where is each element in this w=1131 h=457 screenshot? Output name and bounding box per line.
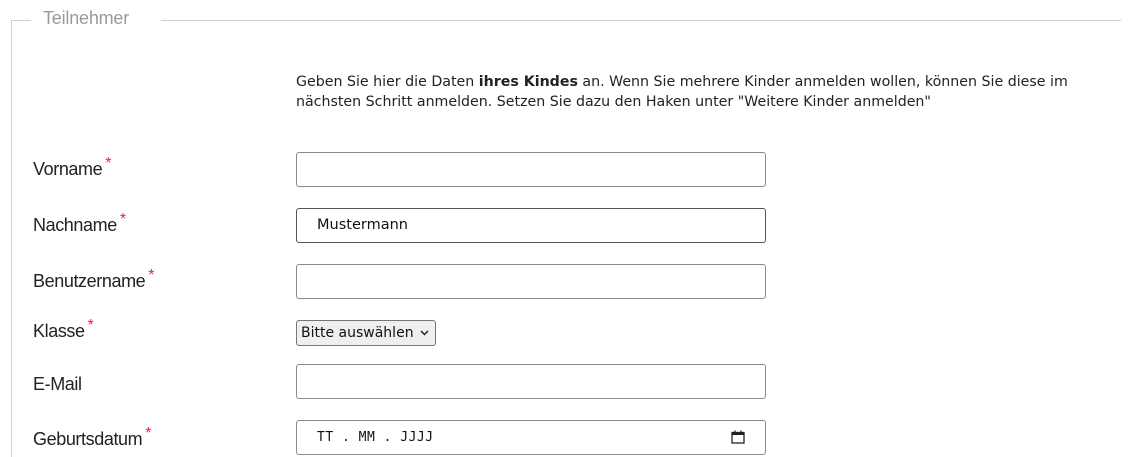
geburtsdatum-label: Geburtsdatum * [33, 425, 151, 450]
fieldset-legend: Teilnehmer [43, 8, 130, 28]
fieldset-border-side [11, 20, 12, 457]
required-marker: * [87, 317, 94, 334]
klasse-select[interactable]: Bitte auswählen [296, 320, 436, 346]
required-marker: * [119, 211, 126, 228]
calendar-icon[interactable] [731, 430, 745, 444]
intro-text-bold: ihres Kindes [478, 74, 578, 90]
intro-text: Geben Sie hier die Daten ihres Kindes an… [296, 72, 1126, 112]
vorname-label: Vorname * [33, 155, 111, 180]
required-marker: * [145, 425, 152, 442]
required-marker: * [105, 155, 112, 172]
klasse-select-value: Bitte auswählen [301, 325, 414, 341]
benutzername-label-text: Benutzername [33, 271, 146, 291]
required-marker: * [148, 267, 155, 284]
intro-text-before: Geben Sie hier die Daten [296, 74, 479, 90]
geburtsdatum-placeholder: TT . MM . JJJJ [317, 430, 434, 445]
email-label-text: E-Mail [33, 374, 82, 394]
klasse-label-text: Klasse [33, 321, 85, 341]
nachname-label-text: Nachname [33, 215, 117, 235]
fieldset-border-left [11, 20, 31, 21]
geburtsdatum-input[interactable]: TT . MM . JJJJ [296, 420, 766, 455]
geburtsdatum-label-text: Geburtsdatum [33, 429, 143, 449]
chevron-down-icon [420, 330, 429, 336]
nachname-input[interactable]: Mustermann [296, 208, 766, 243]
nachname-label: Nachname * [33, 211, 126, 236]
fieldset-border-top [161, 20, 1121, 21]
email-label: E-Mail [33, 374, 82, 395]
benutzername-input[interactable] [296, 264, 766, 299]
vorname-label-text: Vorname [33, 159, 103, 179]
klasse-label: Klasse * [33, 317, 94, 342]
benutzername-label: Benutzername * [33, 267, 154, 292]
email-input[interactable] [296, 364, 766, 399]
vorname-input[interactable] [296, 152, 766, 187]
